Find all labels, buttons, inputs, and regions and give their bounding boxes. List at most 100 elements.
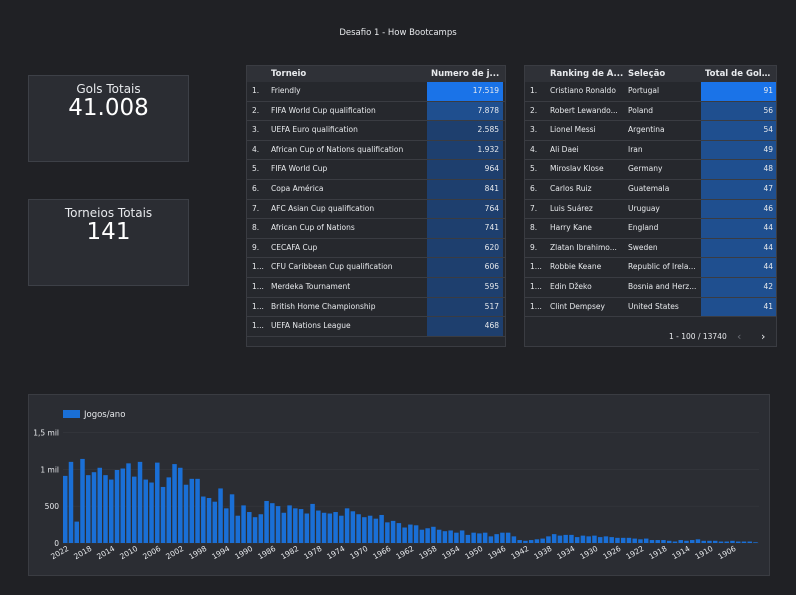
- bar: [419, 529, 425, 543]
- x-tick-label: 1950: [463, 544, 484, 561]
- bar: [753, 542, 758, 543]
- table-row[interactable]: 6. Copa América 841: [247, 180, 505, 200]
- bar: [707, 540, 712, 543]
- x-tick-label: 2010: [118, 544, 139, 561]
- table-row[interactable]: 1... British Home Championship 517: [247, 297, 505, 318]
- bar: [103, 475, 108, 543]
- row-rank: 8.: [252, 223, 260, 233]
- bar: [569, 534, 574, 543]
- tournaments-table-header: Torneio Numero de j...: [247, 66, 505, 82]
- scorers-table[interactable]: Ranking de A... Seleção Total de Gols...…: [524, 65, 777, 347]
- table-row[interactable]: 2. FIFA World Cup qualification 7.878: [247, 101, 505, 122]
- bar: [143, 479, 149, 543]
- row-rank: 1...: [252, 282, 264, 291]
- table-row[interactable]: 6. Carlos Ruiz Guatemala 47: [525, 180, 776, 200]
- player-name: Robbie Keane: [550, 262, 602, 272]
- goals-count: 54: [701, 121, 776, 140]
- bar: [678, 540, 683, 543]
- goals-count: 44: [701, 219, 776, 238]
- table-row[interactable]: 2. Robert Lewando... Poland 56: [525, 101, 776, 122]
- row-rank: 1.: [530, 86, 538, 95]
- chevron-left-icon[interactable]: ‹: [737, 330, 741, 343]
- games-count: 620: [427, 238, 503, 258]
- tournament-name: African Cup of Nations qualification: [271, 144, 404, 154]
- x-tick-label: 2018: [72, 544, 93, 561]
- player-name: Edin Džeko: [550, 282, 592, 291]
- x-tick-label: 1954: [440, 544, 461, 561]
- team-name: Argentina: [628, 125, 665, 135]
- bar: [80, 458, 85, 543]
- table-row[interactable]: 9. CECAFA Cup 620: [247, 238, 505, 259]
- bar: [586, 536, 591, 543]
- table-row[interactable]: 7. Luis Suárez Uruguay 46: [525, 199, 776, 220]
- bar: [592, 535, 597, 543]
- x-tick-label: 1934: [555, 544, 576, 561]
- bar: [626, 537, 632, 543]
- table-row[interactable]: 8. Harry Kane England 44: [525, 219, 776, 239]
- x-tick-label: 1962: [394, 544, 415, 561]
- x-tick-label: 1974: [325, 544, 346, 561]
- tournament-name: Friendly: [271, 86, 301, 95]
- row-rank: 1...: [530, 282, 542, 291]
- column-header-ranking[interactable]: Ranking de A...: [550, 66, 626, 82]
- table-row[interactable]: 1... CFU Caribbean Cup qualification 606: [247, 258, 505, 278]
- table-row[interactable]: 1. Cristiano Ronaldo Portugal 91: [525, 82, 776, 102]
- torneios-totais-value: 141: [86, 219, 131, 245]
- table-row[interactable]: 1... Robbie Keane Republic of Irela... 44: [525, 258, 776, 278]
- column-header-numero-jogos[interactable]: Numero de j...: [431, 66, 503, 82]
- table-row[interactable]: 8. African Cup of Nations 741: [247, 219, 505, 239]
- bar: [454, 532, 459, 543]
- bar: [327, 513, 333, 543]
- table-row[interactable]: 5. Miroslav Klose Germany 48: [525, 160, 776, 180]
- row-rank: 2.: [530, 105, 538, 115]
- bar: [270, 503, 275, 543]
- table-row[interactable]: 1... UEFA Nations League 468: [247, 317, 505, 337]
- column-header-torneio[interactable]: Torneio: [271, 66, 421, 82]
- table-row[interactable]: 5. FIFA World Cup 964: [247, 160, 505, 180]
- bar: [212, 501, 218, 543]
- player-name: Robert Lewando...: [550, 105, 618, 115]
- bar: [241, 505, 246, 543]
- player-name: Clint Dempsey: [550, 301, 605, 311]
- bar: [695, 539, 701, 543]
- table-row[interactable]: 3. UEFA Euro qualification 2.585: [247, 121, 505, 141]
- bar: [597, 537, 603, 543]
- tournaments-table[interactable]: Torneio Numero de j... 1. Friendly 17.519 2…: [246, 65, 506, 347]
- goals-count: 47: [701, 180, 776, 199]
- table-row[interactable]: 4. Ali Daei Iran 49: [525, 140, 776, 161]
- table-row[interactable]: 3. Lionel Messi Argentina 54: [525, 121, 776, 141]
- table-row[interactable]: 1... Edin Džeko Bosnia and Herz... 42: [525, 278, 776, 298]
- column-header-selecao[interactable]: Seleção: [628, 66, 698, 82]
- bar: [350, 511, 356, 543]
- table-row[interactable]: 7. AFC Asian Cup qualification 764: [247, 199, 505, 220]
- scorers-table-header: Ranking de A... Seleção Total de Gols...: [525, 66, 776, 82]
- dashboard-title: Desafio 1 - How Bootcamps: [339, 28, 457, 38]
- table-row[interactable]: 1. Friendly 17.519: [247, 82, 505, 102]
- games-count: 606: [427, 258, 503, 277]
- bar: [333, 512, 338, 543]
- row-rank: 8.: [530, 223, 538, 233]
- bar: [580, 535, 586, 543]
- table-row[interactable]: 9. Zlatan Ibrahimo... Sweden 44: [525, 238, 776, 259]
- chevron-right-icon[interactable]: ›: [761, 330, 765, 343]
- table-row[interactable]: 1... Clint Dempsey United States 41: [525, 297, 776, 318]
- x-tick-label: 1986: [256, 544, 277, 561]
- bar: [132, 476, 137, 543]
- bar: [408, 524, 413, 543]
- team-name: Uruguay: [628, 203, 660, 213]
- x-tick-label: 1982: [279, 544, 300, 561]
- table-row[interactable]: 4. African Cup of Nations qualification 1.…: [247, 140, 505, 161]
- goals-count: 42: [701, 278, 776, 297]
- bar: [643, 538, 649, 543]
- x-tick-label: 1998: [187, 544, 208, 561]
- bar: [344, 508, 350, 543]
- bar: [523, 540, 528, 543]
- bar: [195, 478, 200, 543]
- table-pager: 1 - 100 / 13740 ‹ ›: [525, 328, 776, 346]
- table-row[interactable]: 1... Merdeka Tournament 595: [247, 278, 505, 298]
- goals-count: 49: [701, 140, 776, 160]
- column-header-total-gols[interactable]: Total de Gols...: [705, 66, 775, 82]
- bar: [448, 530, 453, 543]
- gols-totais-value: 41.008: [68, 95, 149, 121]
- bar: [379, 514, 384, 543]
